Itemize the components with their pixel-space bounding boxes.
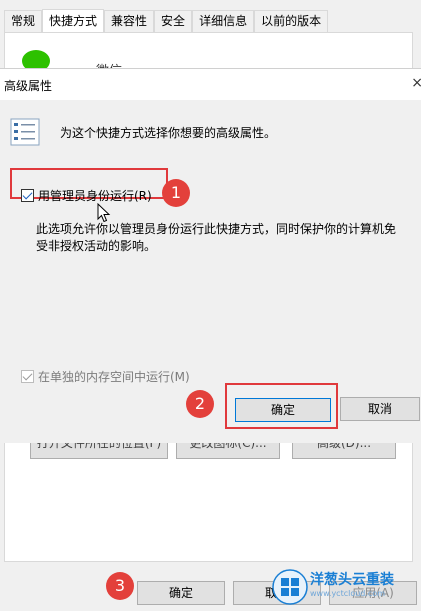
watermark: 洋葱头云重装 www.yctcloud.com <box>268 565 421 611</box>
dialog-ok-button[interactable]: 确定 <box>235 398 331 422</box>
step-1-badge: 1 <box>162 179 190 207</box>
run-as-admin-option[interactable]: 用管理员身份运行(R) <box>21 187 152 204</box>
dialog-body: 为这个快捷方式选择你想要的高级属性。 <box>0 100 421 443</box>
tab-compatibility[interactable]: 兼容性 <box>104 10 155 32</box>
step-3-badge: 3 <box>106 572 134 600</box>
watermark-url: www.yctcloud.com <box>310 589 385 598</box>
dialog-cancel-button[interactable]: 取消 <box>340 397 420 421</box>
separate-memory-checkbox <box>21 370 34 383</box>
properties-list-icon <box>10 118 40 146</box>
dialog-title: 高级属性 <box>4 79 53 93</box>
mouse-cursor-icon <box>97 203 111 223</box>
ok-button[interactable]: 确定 <box>137 581 225 605</box>
step-2-badge: 2 <box>186 390 214 418</box>
separate-memory-label: 在单独的内存空间中运行(M) <box>38 370 190 384</box>
run-as-admin-description: 此选项允许你以管理员身份运行此快捷方式，同时保护你的计算机免受非授权活动的影响。 <box>36 222 397 253</box>
tab-previous-versions[interactable]: 以前的版本 <box>254 10 329 32</box>
tab-shortcut[interactable]: 快捷方式 <box>42 9 105 33</box>
advanced-properties-dialog: 高级属性 × 为这个快捷方式选择你想要的高级属性。 用管理员身份运行(R) 此选… <box>0 68 421 443</box>
dialog-intro: 为这个快捷方式选择你想要的高级属性。 <box>60 126 277 140</box>
windows-logo-icon <box>272 569 308 605</box>
run-as-admin-checkbox[interactable] <box>21 189 34 202</box>
tab-security[interactable]: 安全 <box>154 10 193 32</box>
close-icon[interactable]: × <box>411 75 421 91</box>
tab-details[interactable]: 详细信息 <box>192 10 255 32</box>
tab-general[interactable]: 常规 <box>4 10 43 32</box>
dialog-titlebar: 高级属性 × <box>0 69 421 100</box>
run-as-admin-label: 用管理员身份运行(R) <box>38 189 152 203</box>
watermark-text: 洋葱头云重装 <box>310 572 394 588</box>
separate-memory-option: 在单独的内存空间中运行(M) <box>21 368 190 385</box>
tab-bar: 常规 快捷方式 兼容性 安全 详细信息 以前的版本 <box>4 9 329 33</box>
